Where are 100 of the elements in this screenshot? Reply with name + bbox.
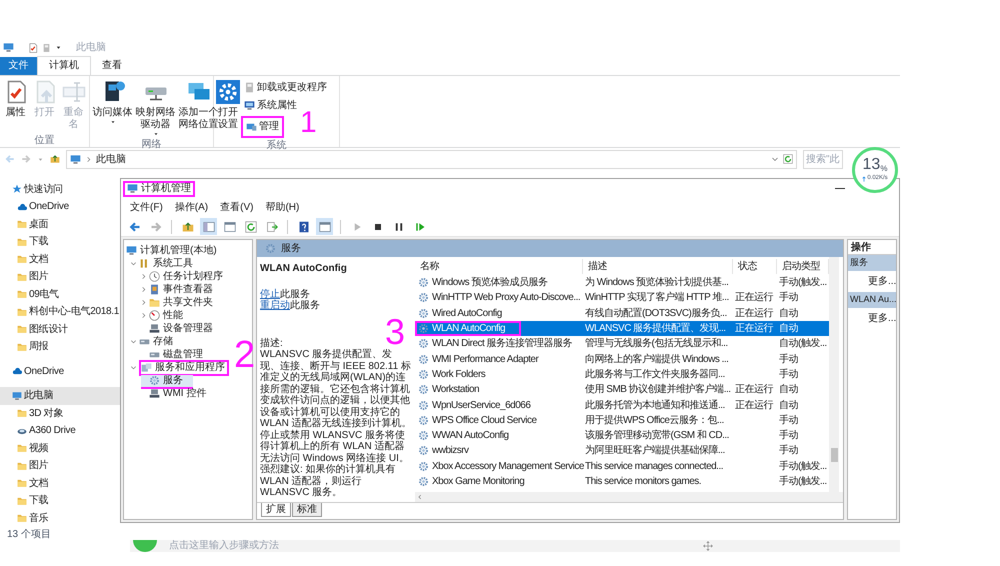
ribbon-button[interactable]: 卸载或更改程序 bbox=[244, 80, 327, 96]
nav-item[interactable]: 图片 bbox=[0, 457, 120, 474]
nav-item[interactable]: A360 Drive bbox=[0, 422, 120, 440]
nav-item[interactable]: 音乐 bbox=[0, 510, 120, 527]
table-row[interactable]: wwbizsrv 为阿里旺旺客户端提供基础保障... 手动 bbox=[415, 443, 829, 459]
table-cell-text: 手动(触发... bbox=[778, 276, 828, 290]
table-row[interactable]: WLAN AutoConfig WLANSVC 服务提供配置、发现... 正在运行 自动 bbox=[415, 320, 829, 336]
table-row[interactable]: Xbox Accessory Management ServiceThis service manages connected... 手动(触发... bbox=[415, 458, 829, 474]
table-cell-text: 此服务将与工作文件夹服务器同... bbox=[584, 368, 726, 382]
view-tab[interactable]: 扩展 bbox=[261, 503, 291, 517]
minimize-icon[interactable] bbox=[835, 188, 845, 190]
tree-item[interactable]: 事件查看器 bbox=[149, 284, 215, 296]
table-row[interactable]: WLAN Direct 服务连接管理器服务 管理与无线服务(包括无线显示和... 自动(触发... bbox=[415, 336, 829, 352]
table-row[interactable]: Wired AutoConfig 有线自动配置(DOT3SVC)服务负... 正在运行 自动 bbox=[415, 306, 829, 321]
action-link[interactable]: 停止 bbox=[260, 288, 280, 300]
chevron-right-icon[interactable] bbox=[140, 299, 147, 306]
tree-item[interactable]: 存储 bbox=[139, 336, 175, 348]
menu-item[interactable]: 帮助(H) bbox=[265, 200, 300, 215]
tree-item[interactable]: WMI 控件 bbox=[149, 388, 208, 400]
folder-up-icon[interactable] bbox=[50, 154, 60, 164]
tree-item[interactable]: 共享文件夹 bbox=[149, 296, 215, 308]
tree-item[interactable]: 服务 bbox=[141, 374, 193, 386]
nav-item[interactable]: 文档 bbox=[0, 250, 120, 268]
scroll-thumb[interactable] bbox=[830, 448, 838, 462]
panel-icon bbox=[318, 220, 330, 232]
column-header[interactable]: 描述 bbox=[583, 258, 733, 274]
chevron-right-icon[interactable] bbox=[140, 286, 147, 293]
nav-item[interactable]: 此电脑 bbox=[0, 387, 120, 404]
ribbon-tab[interactable]: 查看 bbox=[91, 56, 133, 74]
vertical-scrollbar[interactable] bbox=[829, 257, 839, 492]
column-header[interactable]: 名称 bbox=[415, 258, 583, 274]
nav-item[interactable]: 图片 bbox=[0, 268, 120, 286]
table-row[interactable]: WpnUserService_6d066 此服务托管为本地通知和推送通... 正在运行 自动 bbox=[415, 397, 829, 413]
nav-item[interactable]: OneDrive bbox=[0, 198, 120, 216]
ribbon-tab[interactable]: 计算机 bbox=[37, 56, 91, 74]
address-bar[interactable]: 此电脑 bbox=[66, 150, 797, 168]
nav-item[interactable]: 下载 bbox=[0, 233, 120, 250]
view-tab[interactable]: 标准 bbox=[292, 503, 322, 517]
chevron-down-icon[interactable] bbox=[130, 338, 137, 345]
nav-item[interactable]: 周报 bbox=[0, 338, 120, 356]
tree-item[interactable]: 系统工具 bbox=[139, 258, 195, 270]
chevron-right-icon[interactable] bbox=[140, 312, 147, 319]
table-row[interactable]: Windows 预览体验成员服务 为 Windows 预览体验计划提供基... 手动(触发... bbox=[415, 275, 829, 290]
table-cell-text: This service monitors games. bbox=[584, 475, 702, 489]
gear-icon bbox=[418, 308, 429, 319]
table-cell: Windows 预览体验成员服务 bbox=[415, 277, 548, 288]
table-row[interactable]: WPS Office Cloud Service 用于提供WPS Office云服务：包... 手动 bbox=[415, 412, 829, 428]
help-icon bbox=[298, 220, 310, 232]
table-row[interactable]: Work Folders 此服务将与工作文件夹服务器同... 手动 bbox=[415, 366, 829, 382]
horizontal-scrollbar[interactable] bbox=[415, 492, 843, 502]
table-cell-text: 此服务托管为本地通知和推送通... bbox=[584, 398, 726, 413]
action-item[interactable]: 更多... bbox=[848, 308, 896, 329]
table-row[interactable]: Xbox Game Monitoring This service monitors games. 手动(触发... bbox=[415, 474, 829, 490]
chevron-down-icon[interactable] bbox=[130, 260, 137, 267]
tree-item[interactable]: 计算机管理(本地) bbox=[126, 244, 219, 256]
tree-item[interactable]: 任务计划程序 bbox=[149, 270, 225, 282]
caret-icon[interactable] bbox=[55, 44, 62, 52]
nav-item[interactable]: 料创中心-电气2018.1 bbox=[0, 303, 120, 320]
nav-item[interactable]: 09电气 bbox=[0, 286, 120, 303]
ribbon-button[interactable]: 访问媒体 bbox=[92, 80, 133, 124]
table-cell-text: 手动 bbox=[778, 290, 799, 306]
table-row[interactable]: WWAN AutoConfig 该服务管理移动宽带(GSM 和 CD... 手动 bbox=[415, 428, 829, 444]
chevron-right-icon[interactable] bbox=[417, 494, 423, 500]
section-header[interactable]: WLAN Au... bbox=[848, 292, 896, 308]
export-icon bbox=[266, 220, 278, 232]
ribbon-button[interactable]: 系统属性 bbox=[244, 98, 297, 114]
ribbon-button[interactable]: 属性 bbox=[2, 80, 29, 118]
device-icon bbox=[149, 323, 160, 334]
nav-item[interactable]: 桌面 bbox=[0, 216, 120, 233]
chevron-down-icon[interactable] bbox=[130, 364, 137, 371]
service-title: WLAN AutoConfig bbox=[260, 263, 348, 274]
chevron-down-icon[interactable] bbox=[771, 155, 779, 163]
tree-item[interactable]: 磁盘管理 bbox=[149, 348, 205, 360]
nav-item[interactable]: 视频 bbox=[0, 440, 120, 457]
nav-item[interactable]: 文档 bbox=[0, 474, 120, 492]
action-item[interactable]: 更多... bbox=[848, 271, 896, 292]
table-row[interactable]: WinHTTP Web Proxy Auto-Discove... WinHTTP 实现了客户端 HTTP 堆... 正在运行 手动 bbox=[415, 290, 829, 306]
table-row[interactable]: Workstation 使用 SMB 协议创建并维护客户端... 正在运行 自动 bbox=[415, 382, 829, 398]
nav-item[interactable]: OneDrive bbox=[0, 362, 120, 380]
nav-item[interactable]: 3D 对象 bbox=[0, 404, 120, 422]
action-link[interactable]: 重启动 bbox=[260, 300, 290, 311]
ribbon-tab[interactable]: 文件 bbox=[0, 56, 37, 74]
tree-item[interactable]: 设备管理器 bbox=[149, 322, 215, 334]
computer-icon[interactable] bbox=[3, 42, 14, 54]
refresh-icon[interactable] bbox=[783, 154, 793, 164]
column-header[interactable]: 状态 bbox=[733, 258, 777, 274]
document-check-icon[interactable] bbox=[28, 42, 38, 53]
table-cell: WLAN AutoConfig bbox=[415, 321, 522, 336]
ribbon-button[interactable]: 管理 bbox=[241, 116, 284, 138]
nav-item[interactable]: 图纸设计 bbox=[0, 320, 120, 338]
nav-item[interactable]: 下载 bbox=[0, 492, 120, 510]
tree-item[interactable]: 性能 bbox=[149, 310, 185, 322]
ribbon-button[interactable]: 映射网络驱动器 bbox=[135, 80, 176, 136]
section-header[interactable]: 服务 bbox=[848, 255, 896, 271]
chevron-right-icon[interactable] bbox=[140, 273, 147, 280]
menu-item[interactable]: 查看(V) bbox=[220, 200, 254, 215]
menu-item[interactable]: 文件(F) bbox=[130, 200, 163, 215]
table-row[interactable]: WMI Performance Adapter 向网络上的客户端提供 Windows ... 手动 bbox=[415, 351, 829, 367]
nav-item[interactable]: 快速访问 bbox=[0, 180, 120, 198]
menu-item[interactable]: 操作(A) bbox=[174, 200, 208, 215]
